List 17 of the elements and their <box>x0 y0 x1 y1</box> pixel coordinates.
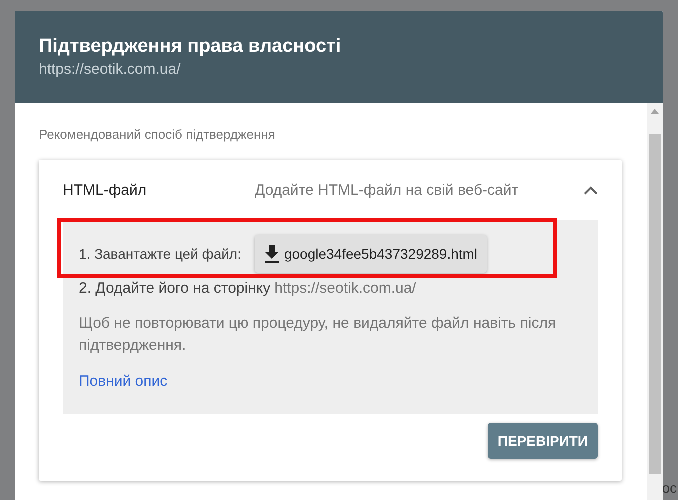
scroll-up-arrow-icon[interactable] <box>651 109 659 114</box>
dialog-subtitle: https://seotik.com.ua/ <box>39 61 181 78</box>
method-description: Додайте HTML-файл на свій веб-сайт <box>255 182 520 198</box>
step-text: 1. Завантажте цей файл: <box>79 246 242 262</box>
verify-button[interactable]: ПЕРЕВІРИТИ <box>488 423 598 459</box>
details-link[interactable]: Повний опис <box>79 373 168 390</box>
section-label: Рекомендований спосіб підтвердження <box>39 127 276 142</box>
download-file-button[interactable]: google34fee5b437329289.html <box>255 235 487 273</box>
scrollbar[interactable] <box>647 103 663 500</box>
background-text: ос <box>662 480 677 496</box>
dialog-title: Підтвердження права власності <box>39 36 342 58</box>
chevron-icon[interactable] <box>584 186 598 194</box>
method-name: HTML-файл <box>63 182 148 198</box>
note-text: Щоб не повторювати цю процедуру, не видаляйте файл навіть після підтвердження. <box>79 314 558 356</box>
step-text: 2. Додайте його на сторінку <box>79 280 271 297</box>
site-url: https://seotik.com.ua/ <box>274 280 416 297</box>
download-icon <box>264 245 280 263</box>
